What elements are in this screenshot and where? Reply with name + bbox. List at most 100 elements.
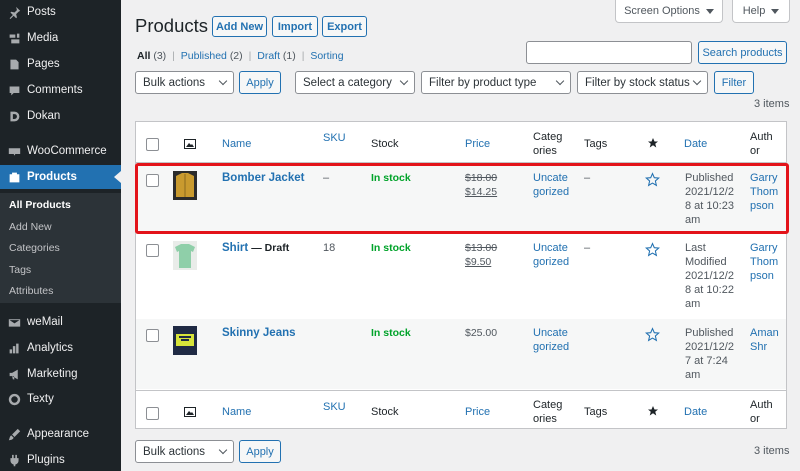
filter-all[interactable]: All [137, 50, 150, 62]
column-name[interactable]: Name [222, 406, 251, 420]
featured-star-icon[interactable] [645, 242, 660, 257]
category-link-1[interactable]: Uncate [533, 172, 568, 186]
search-products-button[interactable]: Search products [698, 41, 787, 64]
menu-comments[interactable]: Comments [0, 78, 121, 102]
category-link-2[interactable]: gorized [533, 256, 569, 270]
table-row[interactable]: Skinny Jeans In stock $25.00 Uncate gori… [136, 319, 786, 389]
author-link-2[interactable]: Thom [750, 256, 778, 270]
filter-published[interactable]: Published [181, 50, 227, 62]
filter-draft[interactable]: Draft [257, 50, 280, 62]
product-thumbnail[interactable] [173, 241, 197, 270]
column-sku[interactable]: SKU [323, 132, 346, 146]
date-line-5: am [685, 298, 701, 310]
featured-star-icon[interactable] [647, 405, 659, 417]
date-line-4: am [685, 369, 701, 381]
submenu-categories[interactable]: Categories [9, 242, 60, 254]
column-tags: Tags [584, 406, 608, 418]
author-link-1[interactable]: Aman [750, 327, 779, 341]
row-checkbox[interactable] [146, 244, 159, 257]
submenu-all-products[interactable]: All Products [9, 199, 71, 211]
help-tab[interactable]: Help [732, 0, 790, 23]
product-name: Shirt — Draft [222, 242, 289, 256]
select-all-checkbox[interactable] [146, 138, 159, 151]
product-sku: 18 [323, 242, 336, 254]
submenu-attributes[interactable]: Attributes [9, 285, 53, 297]
product-type-select[interactable]: Filter by product type [421, 71, 571, 94]
date-line-3: 8 at 10:23 [685, 200, 734, 212]
menu-label: Appearance [27, 428, 90, 440]
stock-status-select[interactable]: Filter by stock status [577, 71, 708, 94]
submenu-add-new[interactable]: Add New [9, 221, 52, 233]
export-button[interactable]: Export [322, 16, 367, 37]
author-link-2[interactable]: Shr [750, 341, 767, 355]
chevron-down-icon [218, 445, 228, 455]
filter-all-count: (3) [153, 50, 167, 62]
column-date[interactable]: Date [684, 138, 707, 152]
column-price[interactable]: Price [465, 406, 490, 420]
bulk-actions-select-bottom[interactable]: Bulk actions [135, 440, 234, 463]
featured-star-icon[interactable] [645, 172, 660, 187]
table-row[interactable]: Shirt — Draft 18 In stock $13.00 $9.50 U… [136, 234, 786, 319]
row-checkbox[interactable] [146, 174, 159, 187]
featured-star-icon[interactable] [645, 327, 660, 342]
category-link-2[interactable]: gorized [533, 186, 569, 200]
column-price[interactable]: Price [465, 138, 490, 152]
row-checkbox[interactable] [146, 329, 159, 342]
menu-analytics[interactable]: Analytics [0, 336, 121, 360]
import-button[interactable]: Import [272, 16, 318, 37]
screen-options-tab[interactable]: Screen Options [615, 0, 723, 23]
column-sku[interactable]: SKU [323, 401, 346, 415]
menu-media[interactable]: Media [0, 26, 121, 50]
product-thumbnail[interactable] [173, 326, 197, 355]
product-thumbnail[interactable] [173, 171, 197, 200]
featured-star-icon[interactable] [647, 137, 659, 149]
filter-button[interactable]: Filter [714, 71, 754, 94]
apply-button-bottom[interactable]: Apply [239, 440, 281, 463]
menu-posts[interactable]: Posts [0, 0, 121, 24]
category-select[interactable]: Select a category [295, 71, 415, 94]
author-link-3[interactable]: pson [750, 200, 774, 214]
pages-icon [7, 57, 21, 71]
apply-button[interactable]: Apply [239, 71, 281, 94]
category-link-2[interactable]: gorized [533, 341, 569, 355]
screen-options-label: Screen Options [624, 5, 700, 17]
table-row[interactable]: Bomber Jacket – In stock $18.00 $14.25 U… [136, 164, 786, 234]
search-input[interactable] [526, 41, 692, 64]
column-date[interactable]: Date [684, 406, 707, 420]
menu-texty[interactable]: Texty [0, 387, 121, 411]
menu-woocommerce[interactable]: WooCommerce [0, 139, 121, 163]
product-tags: – [584, 242, 591, 254]
author-link-1[interactable]: Garry [750, 242, 778, 256]
column-categories-1: Categ [533, 399, 563, 411]
product-name-link[interactable]: Bomber Jacket [222, 172, 304, 186]
filter-sorting[interactable]: Sorting [310, 50, 343, 62]
stock-status: In stock [371, 172, 411, 184]
woocommerce-icon [7, 144, 21, 158]
stock-status: In stock [371, 242, 411, 254]
menu-marketing[interactable]: Marketing [0, 362, 121, 386]
menu-plugins[interactable]: Plugins [0, 448, 121, 471]
menu-appearance[interactable]: Appearance [0, 422, 121, 446]
select-all-checkbox[interactable] [146, 407, 159, 420]
chevron-down-icon [399, 76, 409, 86]
menu-dokan[interactable]: Dokan [0, 104, 121, 128]
menu-pages[interactable]: Pages [0, 52, 121, 76]
table-header: Name SKU Stock Price Categ ories Tags Da… [136, 122, 786, 163]
submenu-tags[interactable]: Tags [9, 264, 31, 276]
add-new-button[interactable]: Add New [212, 16, 267, 37]
author-link-2[interactable]: Thom [750, 186, 778, 200]
menu-label: WooCommerce [27, 145, 107, 157]
category-link-1[interactable]: Uncate [533, 242, 568, 256]
image-icon [184, 407, 196, 417]
author-link-3[interactable]: pson [750, 270, 774, 284]
product-name-link[interactable]: Skinny Jeans [222, 327, 296, 341]
category-link-1[interactable]: Uncate [533, 327, 568, 341]
menu-products[interactable]: Products [0, 165, 121, 189]
author-link-1[interactable]: Garry [750, 172, 778, 186]
menu-wemail[interactable]: weMail [0, 310, 121, 334]
bulk-actions-select[interactable]: Bulk actions [135, 71, 234, 94]
status-filter-links: All (3) | Published (2) | Draft (1) | So… [137, 50, 344, 62]
product-name-link[interactable]: Shirt [222, 242, 248, 254]
column-name[interactable]: Name [222, 138, 251, 152]
column-stock: Stock [371, 138, 399, 150]
